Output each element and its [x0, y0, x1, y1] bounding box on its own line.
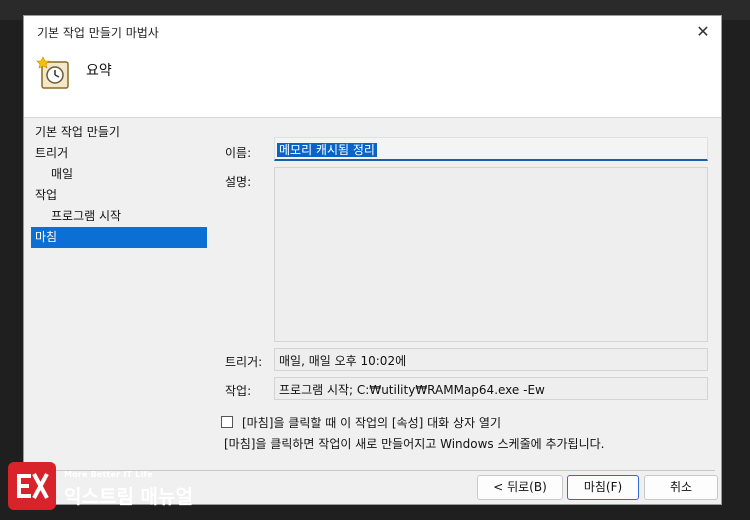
nav-step-action[interactable]: 작업 [31, 185, 207, 206]
action-field: 프로그램 시작; C:₩utility₩RAMMap64.exe -Ew [274, 377, 708, 400]
nav-step-create-basic-task[interactable]: 기본 작업 만들기 [31, 122, 207, 143]
name-value: 메모리 캐시됨 정리 [277, 143, 377, 157]
description-field[interactable] [274, 167, 708, 342]
create-basic-task-wizard: 기본 작업 만들기 마법사 ✕ 요약 기본 작업 만들기 트리거 매일 작업 프… [23, 15, 722, 505]
nav-step-daily[interactable]: 매일 [31, 164, 207, 185]
wizard-header: 요약 [24, 48, 721, 118]
action-label: 작업: [225, 384, 252, 398]
nav-step-trigger[interactable]: 트리거 [31, 143, 207, 164]
watermark-name: 익스트림 매뉴얼 [64, 486, 193, 508]
open-properties-checkbox[interactable] [221, 416, 233, 428]
description-label: 설명: [225, 175, 252, 189]
name-label: 이름: [225, 146, 252, 160]
nav-step-finish[interactable]: 마침 [31, 227, 207, 248]
open-properties-label[interactable]: [마침]을 클릭할 때 이 작업의 [속성] 대화 상자 열기 [242, 414, 501, 431]
site-watermark: More Better IT Life 익스트림 매뉴얼 [8, 462, 208, 518]
page-title: 요약 [86, 63, 112, 79]
close-icon[interactable]: ✕ [691, 20, 715, 44]
back-button[interactable]: < 뒤로(B) [477, 475, 563, 500]
wizard-steps-nav: 기본 작업 만들기 트리거 매일 작업 프로그램 시작 마침 [31, 122, 207, 248]
finish-hint-text: [마침]을 클릭하면 작업이 새로 만들어지고 Windows 스케줄에 추가됩… [224, 437, 605, 451]
finish-button[interactable]: 마침(F) [567, 475, 639, 500]
nav-step-start-program[interactable]: 프로그램 시작 [31, 206, 207, 227]
cancel-button[interactable]: 취소 [644, 475, 718, 500]
ex-logo-icon [8, 462, 56, 510]
title-bar: 기본 작업 만들기 마법사 ✕ [24, 16, 721, 48]
watermark-tagline: More Better IT Life [64, 470, 153, 479]
trigger-label: 트리거: [225, 355, 263, 369]
name-field[interactable]: 메모리 캐시됨 정리 [274, 137, 708, 161]
window-title: 기본 작업 만들기 마법사 [37, 26, 159, 40]
trigger-field: 매일, 매일 오후 10:02에 [274, 348, 708, 371]
clock-task-icon [36, 56, 69, 89]
